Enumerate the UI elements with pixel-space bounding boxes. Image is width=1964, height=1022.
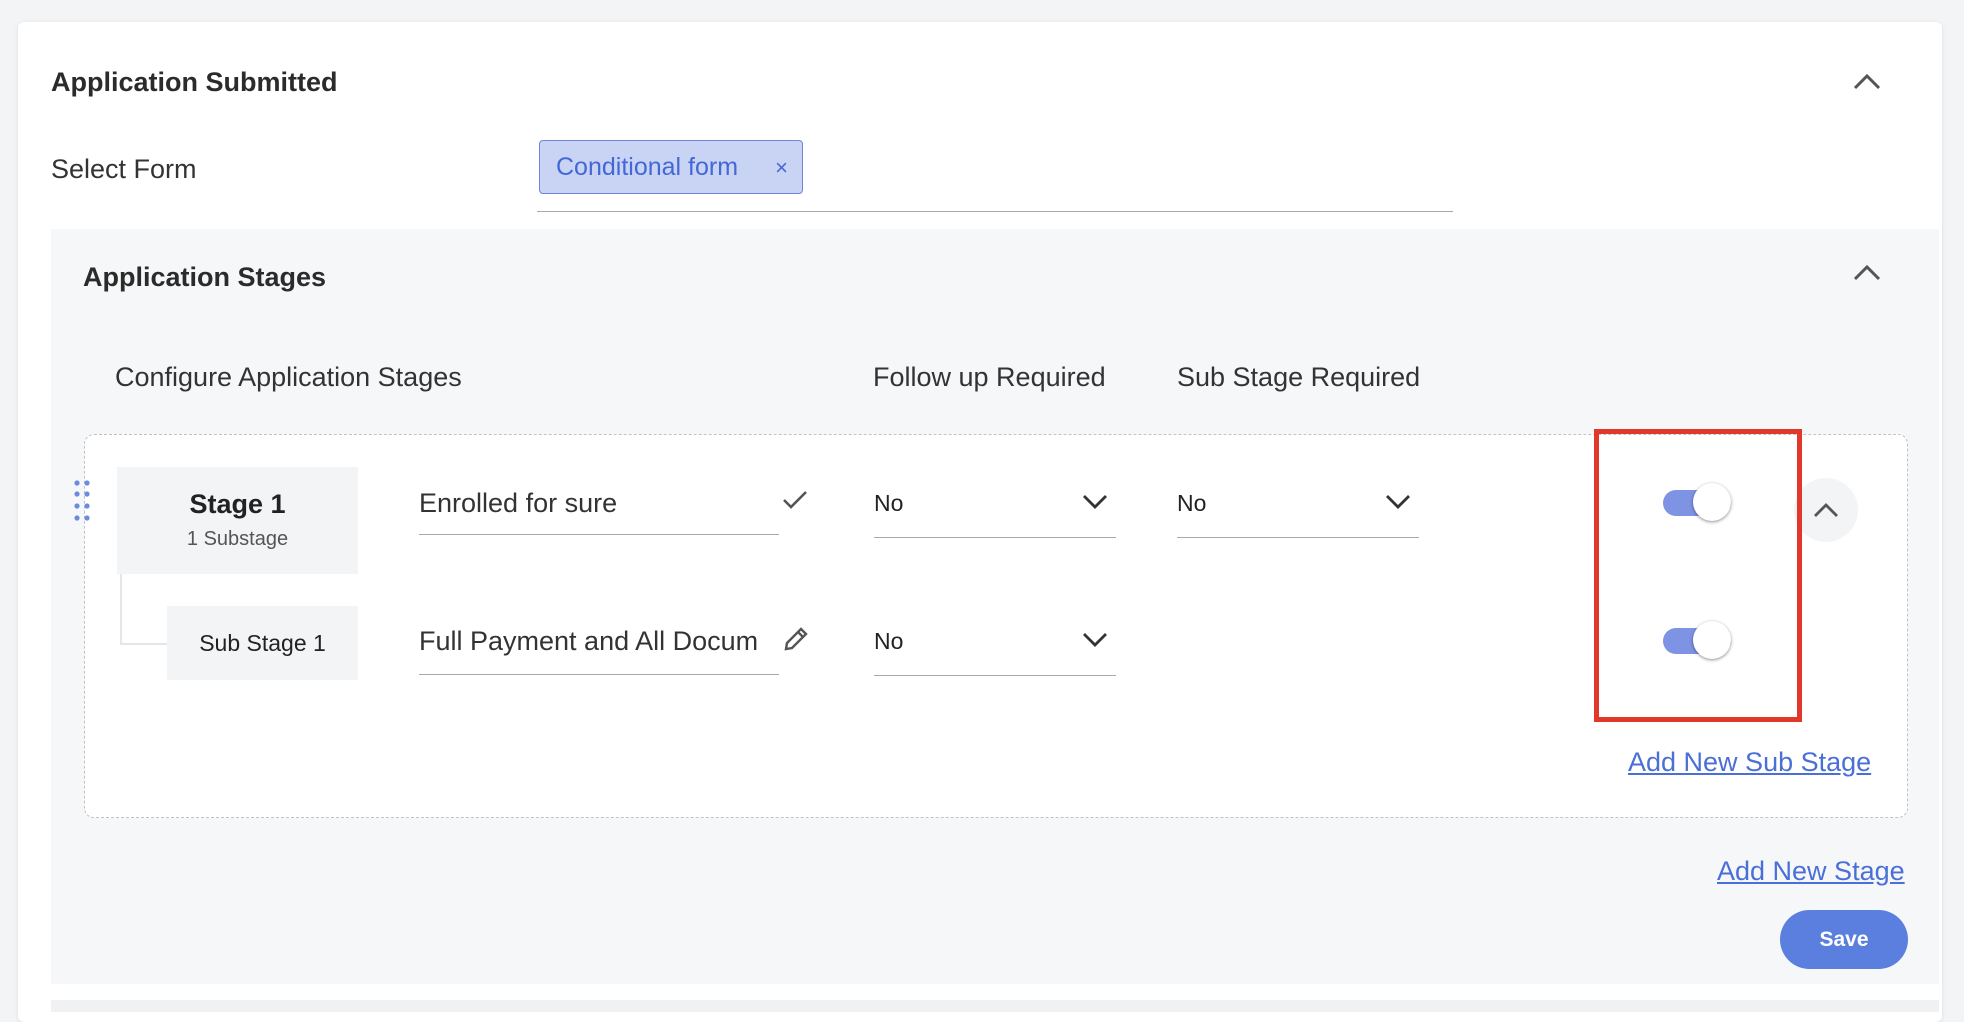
stages-panel-title: Application Stages xyxy=(83,262,327,292)
highlight-annotation-box xyxy=(1594,429,1802,722)
collapse-stages-icon[interactable] xyxy=(1852,263,1882,283)
form-select-underline xyxy=(537,211,1453,212)
stage-label: Stage 1 1 Substage xyxy=(117,467,358,574)
stage-name: Stage 1 xyxy=(189,489,286,519)
stage-name-input[interactable]: Enrolled for sure xyxy=(419,488,764,519)
edit-pencil-icon[interactable] xyxy=(782,625,810,653)
tree-connector xyxy=(120,643,168,645)
column-header-sub-stage: Sub Stage Required xyxy=(1177,362,1421,392)
chevron-down-icon[interactable] xyxy=(1081,492,1109,510)
save-button[interactable]: Save xyxy=(1780,910,1908,969)
substage-count: 1 Substage xyxy=(186,528,289,550)
confirm-check-icon[interactable] xyxy=(781,488,809,512)
add-new-sub-stage-link[interactable]: Add New Sub Stage xyxy=(1628,747,1871,778)
column-header-follow-up: Follow up Required xyxy=(873,362,1106,392)
selected-form-chip[interactable]: Conditional form × xyxy=(539,140,803,194)
chevron-down-icon[interactable] xyxy=(1384,492,1412,510)
add-new-stage-link[interactable]: Add New Stage xyxy=(1717,856,1905,887)
collapse-stage-button[interactable] xyxy=(1794,478,1858,542)
drag-handle-icon[interactable] xyxy=(72,479,92,523)
column-header-configure: Configure Application Stages xyxy=(115,362,462,392)
tree-connector xyxy=(120,574,122,644)
stage-sub-stage-underline xyxy=(1177,537,1419,538)
stage-follow-up-underline xyxy=(874,537,1116,538)
stage-input-underline xyxy=(419,534,779,535)
next-section-edge xyxy=(51,1000,1939,1012)
stage-sub-stage-select[interactable]: No xyxy=(1177,490,1206,517)
remove-chip-icon[interactable]: × xyxy=(775,155,788,181)
substage-input-underline xyxy=(419,674,779,675)
substage-name-input[interactable]: Full Payment and All Docum xyxy=(419,626,771,657)
substage-label: Sub Stage 1 xyxy=(167,606,358,680)
selected-form-chip-label: Conditional form xyxy=(556,152,739,181)
chevron-up-icon xyxy=(1814,503,1838,517)
substage-follow-up-underline xyxy=(874,675,1116,676)
chevron-down-icon[interactable] xyxy=(1081,630,1109,648)
select-form-label: Select Form xyxy=(51,154,197,184)
substage-follow-up-select[interactable]: No xyxy=(874,628,903,655)
stage-follow-up-select[interactable]: No xyxy=(874,490,903,517)
section-title: Application Submitted xyxy=(51,67,338,97)
collapse-section-icon[interactable] xyxy=(1852,72,1882,92)
